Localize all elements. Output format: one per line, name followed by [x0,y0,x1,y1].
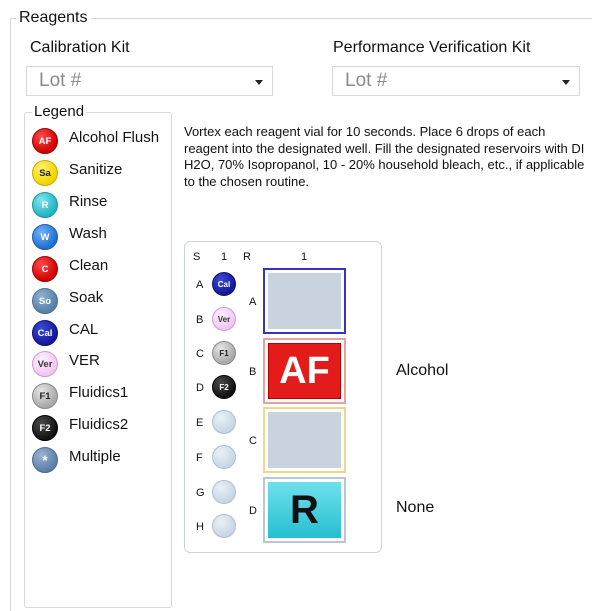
well-h-empty[interactable] [212,514,236,538]
well-row-label: F [196,452,203,464]
legend-item-cal: Cal CAL [32,320,172,346]
legend-item-wash: W Wash [32,224,172,250]
reservoir-b-alcohol-flush[interactable]: AF [263,338,346,404]
plate-header-s: S [193,251,201,263]
reservoir-c[interactable] [263,407,346,473]
reservoir-row-label: D [249,505,257,517]
well-row-label: E [196,417,204,429]
legend-item-label: Alcohol Flush [69,129,160,146]
reservoir-d-rinse[interactable]: R [263,477,346,543]
reservoir-d-side-label: None [396,499,435,516]
well-row-label: G [196,487,205,499]
well-row-label: C [196,348,204,360]
reservoir-d-code: R [268,482,341,538]
well-g-empty[interactable] [212,480,236,504]
legend-item-label: CAL [69,321,99,338]
legend-title: Legend [32,103,87,121]
calibration-kit-label: Calibration Kit [30,39,130,56]
well-row-label: D [196,382,204,394]
group-border-top [10,18,592,19]
group-border-left [10,18,11,611]
legend-item-label: Clean [69,257,109,274]
legend-item-label: Wash [69,225,107,242]
well-row-label: B [196,314,204,326]
well-d-f2[interactable]: F2 [212,375,236,399]
fluidics1-icon: F1 [32,383,58,409]
performance-kit-lot-dropdown[interactable]: Lot # [332,66,580,96]
legend-item-rinse: R Rinse [32,192,172,218]
legend-item-ver: Ver VER [32,351,172,377]
legend-item-label: Sanitize [69,161,123,178]
well-f-empty[interactable] [212,445,236,469]
well-row-label: H [196,521,204,533]
chevron-down-icon [562,80,570,85]
cal-icon: Cal [32,320,58,346]
calibration-kit-lot-dropdown[interactable]: Lot # [26,66,273,96]
reservoir-c-fill [268,412,341,468]
wash-icon: W [32,224,58,250]
performance-kit-label: Performance Verification Kit [333,39,531,56]
legend-item-label: Soak [69,289,104,306]
well-row-label: A [196,279,204,291]
legend-item-alcohol-flush: AF Alcohol Flush [32,128,172,154]
clean-icon: C [32,256,58,282]
legend-item-label: Fluidics2 [69,416,129,433]
legend-item-fluidics2: F2 Fluidics2 [32,415,172,441]
well-c-f1[interactable]: F1 [212,341,236,365]
reservoir-row-label: C [249,435,257,447]
ver-icon: Ver [32,351,58,377]
well-e-empty[interactable] [212,410,236,434]
well-a-cal[interactable]: Cal [212,272,236,296]
rinse-icon: R [32,192,58,218]
legend-item-label: Rinse [69,193,108,210]
plate-header-r: R [243,251,251,263]
legend-item-label: Fluidics1 [69,384,129,401]
soak-icon: So [32,288,58,314]
well-b-ver[interactable]: Ver [212,307,236,331]
sanitize-icon: Sa [32,160,58,186]
calibration-kit-lot-value: Lot # [39,70,82,91]
legend-item-multiple: * Multiple [32,447,172,473]
multiple-icon: * [32,447,58,473]
alcohol-flush-icon: AF [32,128,58,154]
reservoir-row-label: B [249,366,257,378]
instructions-text: Vortex each reagent vial for 10 seconds.… [184,124,585,189]
legend-item-label: VER [69,352,100,369]
legend-item-sanitize: Sa Sanitize [32,160,172,186]
plate-header-res-col: 1 [301,251,308,263]
legend-item-fluidics1: F1 Fluidics1 [32,383,172,409]
performance-kit-lot-value: Lot # [345,70,388,91]
reservoir-a[interactable] [263,268,346,334]
reservoir-b-code: AF [268,343,341,399]
legend-item-clean: C Clean [32,256,172,282]
plate-header-col1: 1 [221,251,228,263]
reagents-group-title: Reagents [16,8,91,28]
reservoir-row-label: A [249,296,257,308]
reservoir-a-fill [268,273,341,329]
reservoir-b-side-label: Alcohol [396,362,449,379]
legend-item-soak: So Soak [32,288,172,314]
fluidics2-icon: F2 [32,415,58,441]
legend-item-label: Multiple [69,448,121,465]
chevron-down-icon [255,80,263,85]
